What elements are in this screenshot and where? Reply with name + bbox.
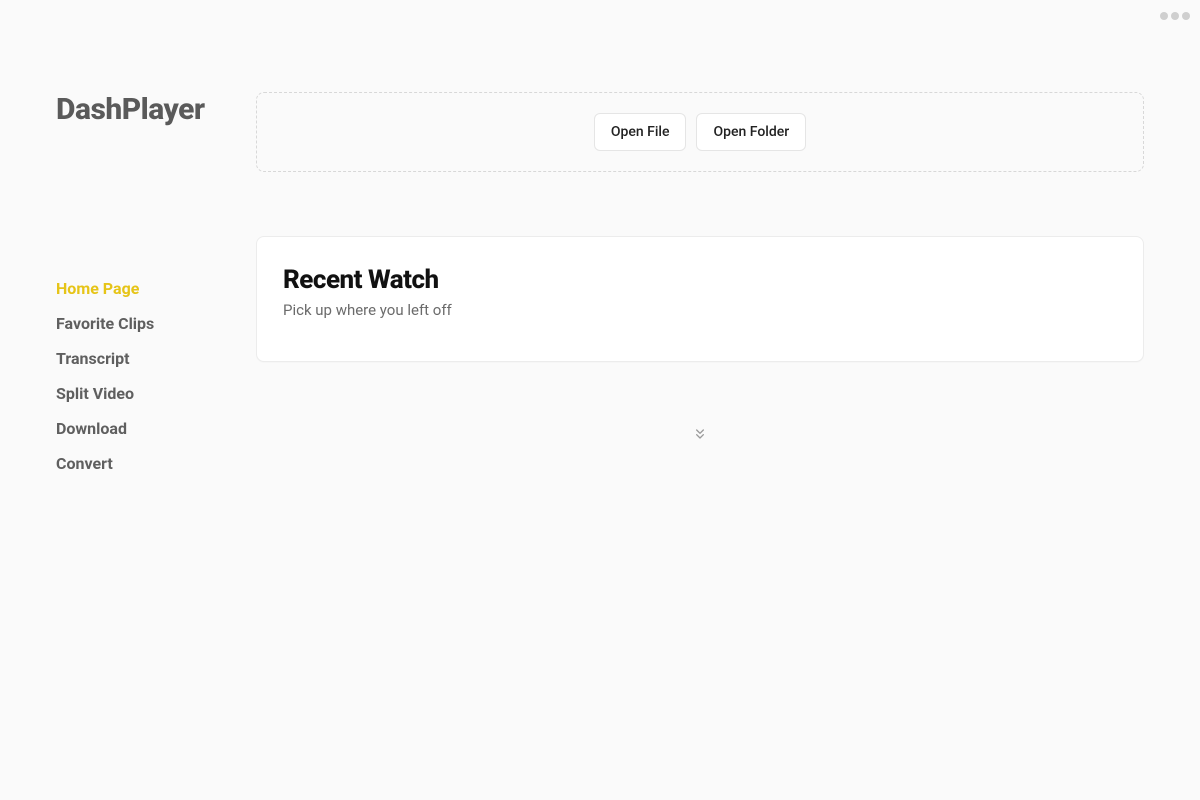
app-layout: DashPlayer Home Page Favorite Clips Tran… — [0, 0, 1200, 800]
window-dot — [1182, 12, 1190, 20]
window-dot — [1160, 12, 1168, 20]
app-title: DashPlayer — [56, 92, 232, 127]
main-content: Open File Open Folder Recent Watch Pick … — [256, 32, 1200, 800]
recent-watch-heading: Recent Watch — [283, 265, 1117, 295]
sidebar-item-home[interactable]: Home Page — [56, 279, 232, 298]
chevrons-down-icon — [256, 426, 1144, 442]
sidebar-item-download[interactable]: Download — [56, 419, 232, 438]
recent-watch-card: Recent Watch Pick up where you left off — [256, 236, 1144, 362]
recent-watch-subheading: Pick up where you left off — [283, 301, 1117, 319]
open-file-button[interactable]: Open File — [594, 113, 687, 151]
sidebar: DashPlayer Home Page Favorite Clips Tran… — [0, 32, 256, 800]
sidebar-nav: Home Page Favorite Clips Transcript Spli… — [56, 279, 232, 473]
sidebar-item-convert[interactable]: Convert — [56, 454, 232, 473]
open-folder-button[interactable]: Open Folder — [696, 113, 806, 151]
sidebar-item-favorite-clips[interactable]: Favorite Clips — [56, 314, 232, 333]
file-dropzone[interactable]: Open File Open Folder — [256, 92, 1144, 172]
sidebar-item-split-video[interactable]: Split Video — [56, 384, 232, 403]
titlebar — [0, 0, 1200, 32]
sidebar-item-transcript[interactable]: Transcript — [56, 349, 232, 368]
window-dot — [1171, 12, 1179, 20]
